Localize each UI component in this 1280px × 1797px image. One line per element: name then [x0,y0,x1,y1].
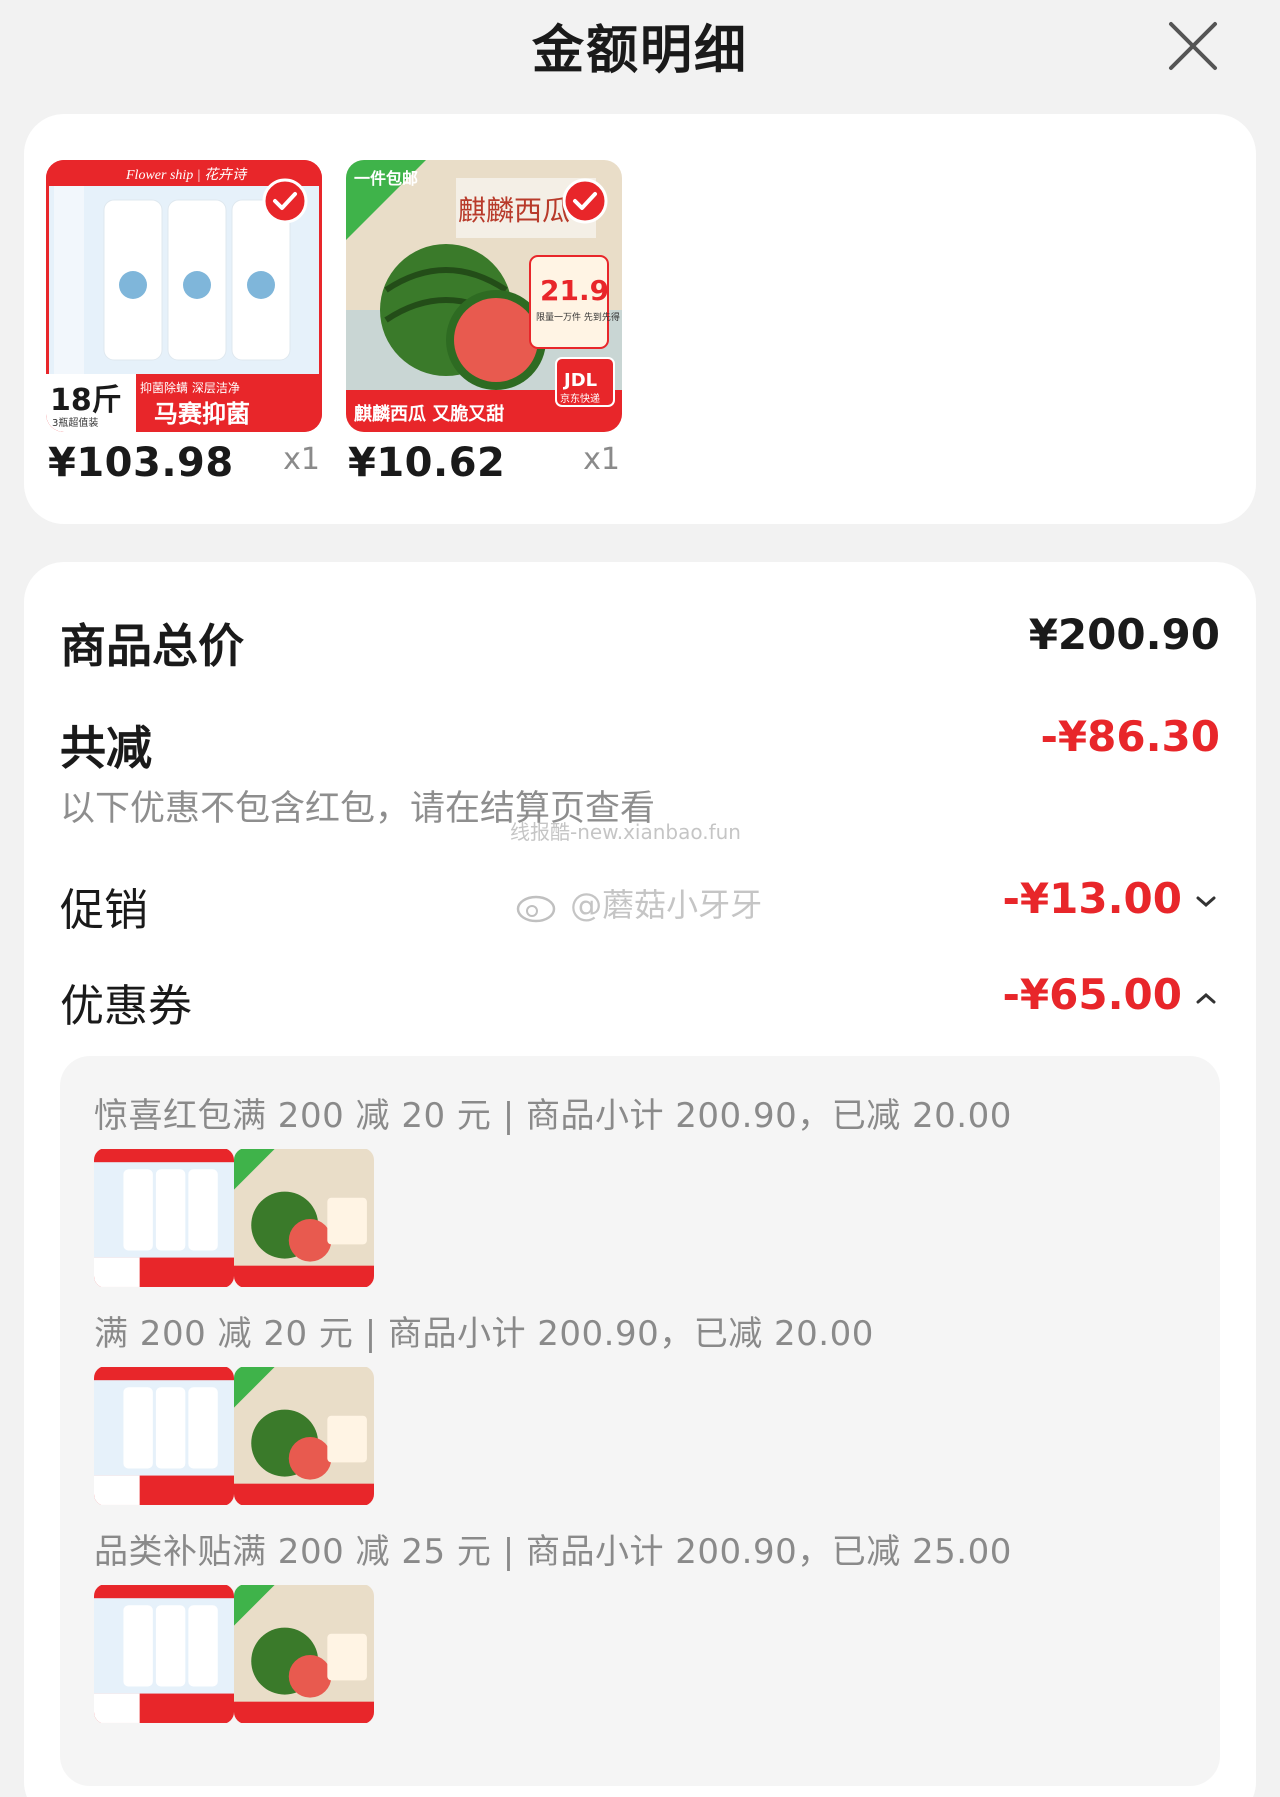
products-card: Flower ship | 花卉诗 18斤 3瓶超值装 抑菌除螨 深层洁净 马赛… [24,114,1256,524]
watermark-weibo: @蘑菇小牙牙 [514,880,762,926]
svg-text:抑菌除螨 深层洁净: 抑菌除螨 深层洁净 [140,380,240,395]
svg-text:限量一万件 先到先得: 限量一万件 先到先得 [536,311,620,323]
coupon-product-thumb-watermelon[interactable] [234,1366,374,1506]
coupon-line: 满 200 减 20 元 | 商品小计 200.90，已减 20.00 [94,1314,874,1354]
promo-value-group[interactable]: -¥13.00 [1002,874,1220,923]
product-quantity: x1 [283,442,320,477]
weibo-icon [516,895,556,923]
total-label: 商品总价 [60,619,244,673]
svg-text:Flower ship | 花卉诗: Flower ship | 花卉诗 [125,167,248,183]
coupon-line: 惊喜红包满 200 减 20 元 | 商品小计 200.90，已减 20.00 [94,1096,1012,1136]
close-button[interactable] [1161,14,1225,78]
discount-value: -¥86.30 [1040,712,1220,761]
header: 金额明细 [0,0,1280,100]
coupon-product-thumb-detergent[interactable] [94,1148,234,1288]
svg-text:3瓶超值装: 3瓶超值装 [52,416,98,429]
total-value: ¥200.90 [1028,610,1220,659]
discount-label: 共减 [60,721,152,775]
coupon-product-thumb-watermelon[interactable] [234,1584,374,1724]
svg-text:18斤: 18斤 [50,383,122,418]
close-icon [1169,22,1217,70]
coupon-value-group[interactable]: -¥65.00 [1002,970,1220,1019]
chevron-up-icon[interactable] [1192,984,1220,1012]
coupon-row[interactable]: 优惠券 -¥65.00 [60,970,1220,1032]
coupon-product-thumb-watermelon[interactable] [234,1148,374,1288]
selected-check-icon[interactable] [562,178,608,224]
total-row: 商品总价 ¥200.90 [60,610,1220,673]
product-image-watermelon[interactable]: 一件包邮 麒麟西瓜 21.9 限量一万件 先到先得 麒麟西瓜 又脆又甜 JDL … [346,160,622,432]
product-item[interactable]: 一件包邮 麒麟西瓜 21.9 限量一万件 先到先得 麒麟西瓜 又脆又甜 JDL … [346,160,622,486]
product-quantity: x1 [583,442,620,477]
discount-row: 共减 -¥86.30 [60,712,1220,775]
svg-text:21.9: 21.9 [540,274,609,307]
product-item[interactable]: Flower ship | 花卉诗 18斤 3瓶超值装 抑菌除螨 深层洁净 马赛… [46,160,322,486]
coupon-label: 优惠券 [60,981,192,1032]
coupon-product-thumb-detergent[interactable] [94,1584,234,1724]
svg-text:京东快递: 京东快递 [560,392,600,405]
svg-text:麒麟西瓜 又脆又甜: 麒麟西瓜 又脆又甜 [354,403,504,425]
product-price: ¥103.98 [48,440,234,486]
watermark-weibo-text: @蘑菇小牙牙 [570,886,763,924]
svg-text:麒麟西瓜: 麒麟西瓜 [458,194,570,227]
coupon-breakdown: 惊喜红包满 200 减 20 元 | 商品小计 200.90，已减 20.00 … [60,1056,1220,1786]
watermark-site: 线报酷-new.xianbao.fun [510,820,741,844]
promo-label: 促销 [60,885,148,936]
product-price: ¥10.62 [348,440,506,486]
coupon-line: 品类补贴满 200 减 25 元 | 商品小计 200.90，已减 25.00 [94,1532,1012,1572]
coupon-product-thumb-detergent[interactable] [94,1366,234,1506]
chevron-down-icon[interactable] [1192,888,1220,916]
promo-value: -¥13.00 [1002,874,1182,923]
product-image-detergent[interactable]: Flower ship | 花卉诗 18斤 3瓶超值装 抑菌除螨 深层洁净 马赛… [46,160,322,432]
svg-text:一件包邮: 一件包邮 [354,169,418,188]
selected-check-icon[interactable] [262,178,308,224]
price-detail-card: 商品总价 ¥200.90 共减 -¥86.30 以下优惠不包含红包，请在结算页查… [24,562,1256,1797]
coupon-value: -¥65.00 [1002,970,1182,1019]
page-title: 金额明细 [531,21,748,81]
svg-text:JDL: JDL [562,370,597,391]
svg-text:马赛抑菌: 马赛抑菌 [154,400,250,428]
